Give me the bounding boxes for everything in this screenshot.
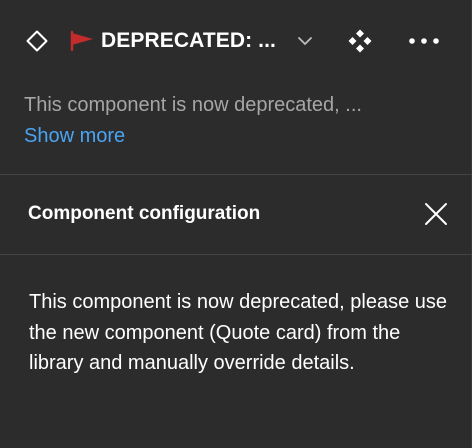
section-divider [0, 254, 472, 255]
panel-header: DEPRECATED: ... [0, 0, 472, 84]
component-panel: DEPRECATED: ... This component is now de… [0, 0, 472, 448]
chevron-down-icon[interactable] [294, 30, 316, 52]
config-message: This component is now deprecated, please… [29, 291, 448, 374]
component-outline-icon[interactable] [24, 28, 50, 54]
show-more-link[interactable]: Show more [24, 121, 125, 151]
more-options-icon[interactable] [406, 30, 442, 52]
close-icon[interactable] [421, 199, 451, 229]
config-section-title: Component configuration [28, 203, 261, 224]
section-divider [0, 174, 472, 175]
component-title[interactable]: DEPRECATED: ... [101, 28, 276, 54]
component-description: This component is now deprecated, ... [24, 94, 362, 116]
red-flag-icon [69, 30, 95, 52]
instance-icon[interactable] [346, 27, 374, 55]
